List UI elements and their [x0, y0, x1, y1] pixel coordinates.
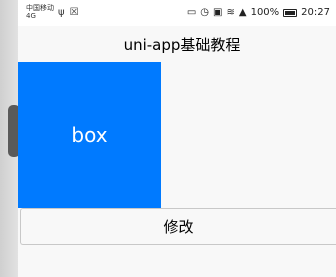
modify-button[interactable]: 修改: [20, 208, 336, 245]
alarm-icon: ◷: [200, 7, 210, 18]
nfc-icon: ▣: [213, 7, 223, 18]
carrier-label: 中国移动 4G: [26, 4, 54, 20]
battery-icon: [283, 8, 298, 17]
phone-screen: 中国移动 4G ψ ☒ ▭ ◷ ▣ ≋ ▲ 100% 20:27 uni-app…: [18, 0, 336, 277]
blue-box: box: [18, 62, 161, 208]
carrier-name: 中国移动: [26, 4, 54, 12]
page-title: uni-app基础教程: [123, 35, 241, 54]
box-label: box: [71, 123, 108, 147]
network-type: 4G: [26, 12, 36, 20]
battery-percent: 100%: [250, 7, 280, 18]
modify-button-label: 修改: [163, 218, 194, 236]
status-right-icons: ▭ ◷ ▣ ≋ ▲ 100% 20:27: [187, 7, 330, 18]
signal-icon: ▲: [238, 7, 247, 18]
wifi-icon: ≋: [226, 7, 235, 18]
cast-icon: ▭: [186, 7, 197, 18]
status-bar: 中国移动 4G ψ ☒ ▭ ◷ ▣ ≋ ▲ 100% 20:27: [18, 0, 336, 26]
status-left-icons: ψ ☒: [58, 7, 79, 18]
usb-icon: ψ: [58, 7, 65, 18]
navigation-bar: uni-app基础教程: [18, 26, 336, 62]
notification-icon: ☒: [69, 7, 79, 18]
clock: 20:27: [301, 7, 330, 18]
